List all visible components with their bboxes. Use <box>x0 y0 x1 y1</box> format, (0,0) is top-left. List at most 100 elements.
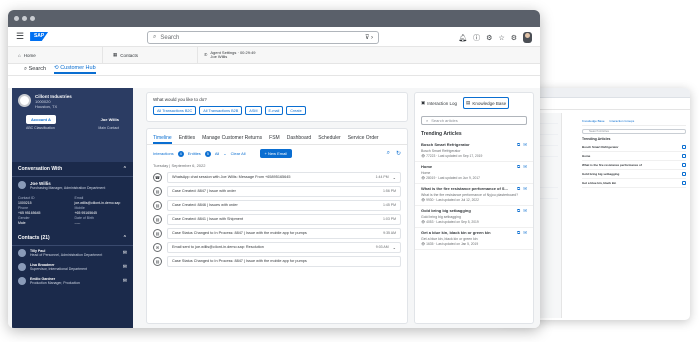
conversation-section-header[interactable]: Conversation With ⌃ <box>12 162 133 177</box>
views-icon: 👁︎ <box>421 242 426 246</box>
entities-filter[interactable]: Entities <box>188 151 201 156</box>
copy-icon[interactable]: ⧉ <box>517 142 520 148</box>
agent-status[interactable]: ✆ Agent Settings · 00:29:49 Joe Willis <box>198 47 262 64</box>
window-dot[interactable] <box>22 16 27 21</box>
tab-scheduler[interactable]: Scheduler <box>318 135 341 144</box>
new-email-button[interactable]: + New Email <box>259 149 293 158</box>
tab-knowledge-base[interactable]: ▤ Knowledge Base <box>463 97 510 109</box>
tab-contacts[interactable]: ▦ Contacts <box>103 46 198 64</box>
subnav-customer-hub[interactable]: ⟲ Customer Hub <box>54 65 96 74</box>
account-class-button[interactable]: Account A <box>26 115 56 124</box>
list-item: Bosch Smart Refrigerator <box>582 143 686 152</box>
filter-icon[interactable]: ⊽ › <box>365 34 373 41</box>
contact-details: Contact ID Email 1000215 joe.willis@cill… <box>12 194 133 227</box>
email-icon[interactable]: ✉ <box>523 230 527 236</box>
article-search-input[interactable]: ⌕ Search articles <box>421 116 527 125</box>
clear-all-link[interactable]: Clear All <box>231 151 246 156</box>
help-icon[interactable]: ⓘ <box>473 33 480 43</box>
search-icon[interactable]: ⌕ <box>387 150 390 157</box>
global-search-input[interactable]: ⌕ Search ⊽ › <box>147 31 379 44</box>
timeline-item[interactable]: ▤ Case Created: 8841 | Issue with Shipme… <box>153 212 401 226</box>
article-title[interactable]: Bosch Smart Refrigerator <box>421 142 514 147</box>
article-title[interactable]: Get a blue kin, black kin or green kin <box>421 230 514 235</box>
list-item[interactable]: Get a blue kin, black kin or green kin ⧉ ✉… <box>415 228 533 250</box>
all-transactions-b2b-button[interactable]: All Transactions B2B <box>199 106 243 115</box>
refresh-icon[interactable]: ↻ <box>396 150 401 157</box>
list-item[interactable]: Tilly Paul Head of Personnel, Administrat… <box>12 246 133 260</box>
window-dot[interactable] <box>30 16 35 21</box>
create-button[interactable]: Create <box>286 106 306 115</box>
settings-icon[interactable]: ⚙︎ <box>486 34 492 42</box>
copy-icon[interactable]: ⧉ <box>517 208 520 214</box>
sap-logo[interactable]: SAP <box>30 32 49 41</box>
gear-icon[interactable]: ⚙ <box>511 34 517 42</box>
chevron-down-icon[interactable]: ⌄ <box>393 175 396 180</box>
tab-entities[interactable]: Entities <box>179 135 195 144</box>
email-link[interactable]: joe.willis@cillont-in.demo.sap <box>75 201 128 205</box>
timeline-item[interactable]: ✉ Email sent to joe.willis@cilont-in.dem… <box>153 240 401 254</box>
email-icon[interactable]: ✉ <box>523 186 527 192</box>
phone-link[interactable]: +65 95165645 <box>18 211 71 215</box>
chevron-down-icon[interactable]: ⌄ <box>393 245 396 250</box>
field-value: Male <box>18 221 26 225</box>
email-icon[interactable]: ✉ <box>123 264 127 270</box>
avatar[interactable] <box>523 32 532 43</box>
email-icon[interactable]: ✉ <box>523 208 527 214</box>
article-actions: ⧉ ✉ <box>517 186 527 192</box>
article-actions: ⧉ ✉ <box>517 230 527 236</box>
tab-dashboard[interactable]: Dashboard <box>287 135 311 144</box>
search-placeholder: Search articles <box>431 118 458 123</box>
tab-fsm[interactable]: FSM <box>269 135 280 144</box>
tab-manage-customer-returns[interactable]: Manage Customer Returns <box>202 135 262 144</box>
timeline-item[interactable]: ▤ Case Created: 8846 | Issues with order… <box>153 198 401 212</box>
chevron-down-icon[interactable]: ⌄ <box>223 151 226 156</box>
email-icon[interactable]: ✉ <box>523 142 527 148</box>
main-contact-name[interactable]: Joe Willis <box>101 117 119 122</box>
tab-timeline[interactable]: Timeline <box>153 135 172 144</box>
tab-home[interactable]: ⌂ Home <box>8 46 103 64</box>
email-icon[interactable]: ✉ <box>523 164 527 170</box>
timeline-item[interactable]: ▤ Case Created: 8847 | Issue with order 1… <box>153 184 401 198</box>
field-value: ----- <box>74 221 81 225</box>
email-icon[interactable]: ✉ <box>123 250 127 256</box>
notifications-icon[interactable]: 🔔︎ <box>458 34 467 42</box>
article-subtitle: Gold bring big setbagging <box>421 215 461 219</box>
all-transactions-b2c-button[interactable]: All Transactions B2C <box>153 106 197 115</box>
tab-interaction-groups: Interaction Groups <box>609 119 635 123</box>
list-item[interactable]: Gold bring big setbagging ⧉ ✉ Gold bring b… <box>415 206 533 228</box>
timeline-item[interactable]: ☎ WhatsApp chat session with Joe Willis:… <box>153 170 401 184</box>
list-item[interactable]: Bosch Smart Refrigerator ⧉ ✉ Bosch Smart R… <box>415 140 533 162</box>
tab-service-order[interactable]: Service Order <box>348 135 379 144</box>
article-title[interactable]: What is the fire resistance performance … <box>421 186 514 191</box>
asm-button[interactable]: ASM <box>245 106 262 115</box>
article-header: What is the fire resistance performance … <box>421 186 527 192</box>
account-info: Cillont Industries 1000020 Houston, TX <box>35 94 72 109</box>
copy-icon[interactable]: ⧉ <box>517 186 520 192</box>
interactions-filter[interactable]: Interactions <box>153 151 174 156</box>
menu-icon[interactable]: ☰ <box>16 31 24 42</box>
tab-interaction-log[interactable]: ▣ Interaction Log <box>419 97 459 109</box>
copy-icon[interactable]: ⧉ <box>517 230 520 236</box>
article-title[interactable]: Home <box>421 164 514 169</box>
page-body: Cillont Industries 1000020 Houston, TX A… <box>8 88 540 328</box>
list-item[interactable]: Home ⧉ ✉ Home 👁︎ 28019 · Last updated on J… <box>415 162 533 184</box>
email-icon[interactable]: ✉ <box>123 278 127 284</box>
copy-icon[interactable]: ⧉ <box>517 164 520 170</box>
timeline-item[interactable]: ▤ Case Status Changed to In Process: 884… <box>153 226 401 240</box>
case-icon: ▤ <box>153 186 162 196</box>
all-filter[interactable]: All <box>215 151 219 156</box>
list-item[interactable]: Emilio Gardner Production Manager, Produc… <box>12 274 133 288</box>
contacts-section-header[interactable]: Contacts (21) ⌃ <box>12 231 133 246</box>
mobile-link[interactable]: +65 95165645 <box>75 211 128 215</box>
article-title[interactable]: Gold bring big setbagging <box>421 208 514 213</box>
article-actions: ⧉ ✉ <box>517 208 527 214</box>
trending-heading: Trending Articles <box>421 131 462 137</box>
list-item[interactable]: Lisa Broadmer Supervisor, International D… <box>12 260 133 274</box>
window-dot[interactable] <box>14 16 19 21</box>
favorites-icon[interactable]: ☆ <box>498 34 504 42</box>
timeline-item[interactable]: ▤ Case Status Changed to In Process: 884… <box>153 254 401 268</box>
timeline-item-box: Case Created: 8841 | Issue with Shipment… <box>167 213 401 225</box>
subnav-search[interactable]: ⌕ Search <box>24 66 46 73</box>
email-button[interactable]: E-mail <box>264 106 284 115</box>
list-item[interactable]: What is the fire resistance performance … <box>415 184 533 206</box>
